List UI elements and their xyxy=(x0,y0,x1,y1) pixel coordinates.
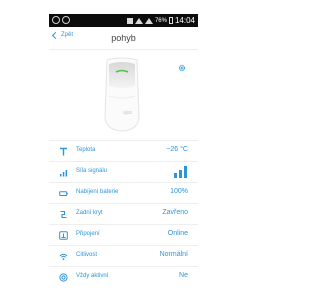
page-title: pohyb xyxy=(111,33,136,43)
row-label: Teplota xyxy=(76,147,96,153)
row-value: 100% xyxy=(170,188,188,195)
vibrate-icon xyxy=(126,17,133,24)
row-label: Vždy aktivní xyxy=(76,273,109,279)
row-value: Online xyxy=(167,230,188,237)
nav-bar: Zpět pohyb xyxy=(49,27,198,50)
row-sensitivity: Citlivost Normální xyxy=(49,245,198,266)
row-value: ~26 °C xyxy=(166,146,188,153)
always-active-icon xyxy=(59,273,68,282)
signal-icon xyxy=(60,170,68,177)
temperature-icon xyxy=(60,147,67,156)
battery-percent: 76% xyxy=(154,17,167,24)
tamper-icon xyxy=(60,210,67,219)
battery-status-icon xyxy=(168,17,173,24)
row-signal: Síla signálu xyxy=(49,161,198,182)
notification-icon xyxy=(52,16,60,24)
battery-icon xyxy=(59,191,68,196)
row-label: Síla signálu xyxy=(76,168,108,174)
signal-strength-bars xyxy=(174,166,187,178)
gear-icon[interactable] xyxy=(178,64,186,72)
row-label: Zadní kryt xyxy=(76,210,103,216)
row-label: Připojení xyxy=(76,231,100,237)
row-label: Citlivost xyxy=(76,252,98,258)
motion-detector-image: ajax xyxy=(104,57,140,132)
row-value: Zavřeno xyxy=(162,209,188,216)
app-screen: 76% 14:04 Zpět pohyb ajax Teplota ~26 °C… xyxy=(49,14,198,296)
row-connection: Připojení Online xyxy=(49,224,198,245)
sensitivity-icon xyxy=(59,253,68,261)
brand-logo: ajax xyxy=(123,110,133,116)
status-indicators: 76% 14:04 xyxy=(126,16,195,25)
connection-icon xyxy=(59,231,68,240)
row-value: Normální xyxy=(159,251,188,258)
row-temperature: Teplota ~26 °C xyxy=(49,140,198,161)
row-label: Nabíjení baterie xyxy=(76,189,119,195)
notification-icon xyxy=(62,16,70,24)
notification-icons xyxy=(52,16,70,24)
row-tamper: Zadní kryt Zavřeno xyxy=(49,203,198,224)
row-battery: Nabíjení baterie 100% xyxy=(49,182,198,203)
row-value: Ne xyxy=(179,272,188,279)
row-always-active: Vždy aktivní Ne xyxy=(49,266,198,287)
cell-signal-icon xyxy=(144,17,153,24)
status-bar: 76% 14:04 xyxy=(49,14,198,27)
clock: 14:04 xyxy=(174,16,195,25)
device-hero: ajax xyxy=(49,50,198,136)
wifi-icon xyxy=(134,17,143,24)
